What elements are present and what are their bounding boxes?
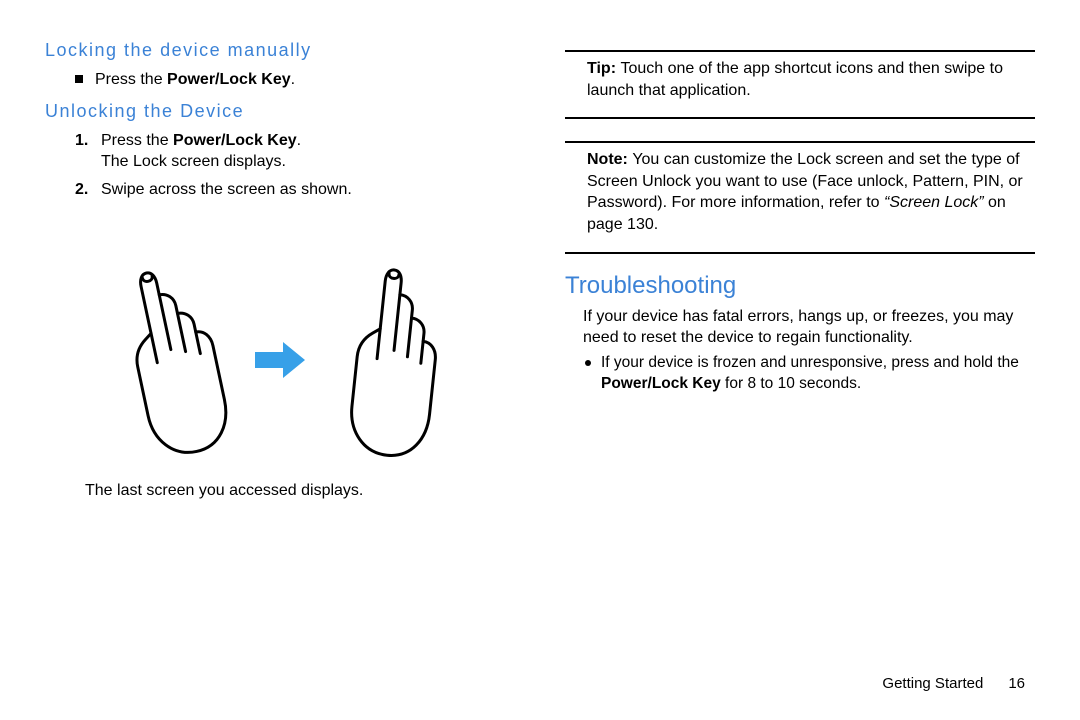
heading-locking: Locking the device manually: [45, 40, 515, 61]
text-fragment: Press the: [95, 71, 167, 88]
step-1: 1. Press the Power/Lock Key. The Lock sc…: [45, 130, 515, 173]
page-footer: Getting Started 16: [882, 675, 1025, 692]
divider: [565, 50, 1035, 52]
tip-label: Tip:: [587, 60, 620, 77]
manual-page: Locking the device manually Press the Po…: [0, 0, 1080, 720]
footer-page-number: 16: [1008, 675, 1025, 692]
left-column: Locking the device manually Press the Po…: [45, 40, 540, 690]
dot-bullet-icon: [585, 360, 591, 366]
divider: [565, 141, 1035, 143]
step-1-line2: The Lock screen displays.: [101, 151, 301, 173]
hand-left-icon: [105, 260, 235, 460]
lock-instruction: Press the Power/Lock Key.: [45, 69, 515, 91]
divider: [565, 252, 1035, 254]
note-block: Note: You can customize the Lock screen …: [565, 149, 1035, 241]
text-fragment: If your device is frozen and unresponsiv…: [601, 354, 1019, 371]
step-1-text: Press the Power/Lock Key. The Lock scree…: [101, 130, 301, 173]
troubleshoot-bullet-text: If your device is frozen and unresponsiv…: [601, 353, 1035, 395]
step-2: 2. Swipe across the screen as shown.: [45, 179, 515, 201]
text-fragment: for 8 to 10 seconds.: [721, 375, 861, 392]
troubleshoot-intro: If your device has fatal errors, hangs u…: [565, 306, 1035, 349]
note-label: Note:: [587, 151, 632, 168]
tip-block: Tip: Touch one of the app shortcut icons…: [565, 58, 1035, 107]
hand-right-icon: [325, 260, 455, 460]
divider: [565, 117, 1035, 119]
square-bullet-icon: [75, 75, 83, 83]
step-number: 2.: [75, 179, 93, 201]
text-bold: Power/Lock Key: [167, 71, 291, 88]
step-2-text: Swipe across the screen as shown.: [101, 179, 352, 201]
text-bold: Power/Lock Key: [601, 375, 721, 392]
arrow-right-icon: [255, 342, 305, 378]
step-number: 1.: [75, 130, 93, 173]
text-fragment: .: [291, 71, 295, 88]
after-illustration-text: The last screen you accessed displays.: [45, 480, 515, 502]
swipe-illustration: [45, 260, 515, 460]
note-reference-italic: “Screen Lock”: [884, 194, 984, 211]
text-fragment: Press the: [101, 132, 173, 149]
heading-troubleshooting: Troubleshooting: [565, 272, 1035, 300]
footer-section: Getting Started: [882, 675, 983, 692]
text-bold: Power/Lock Key: [173, 132, 297, 149]
lock-instruction-text: Press the Power/Lock Key.: [95, 69, 295, 91]
troubleshoot-bullet: If your device is frozen and unresponsiv…: [565, 353, 1035, 395]
heading-unlocking: Unlocking the Device: [45, 101, 515, 122]
text-fragment: .: [297, 132, 301, 149]
tip-text: Touch one of the app shortcut icons and …: [587, 60, 1003, 99]
right-column: Tip: Touch one of the app shortcut icons…: [540, 40, 1035, 690]
